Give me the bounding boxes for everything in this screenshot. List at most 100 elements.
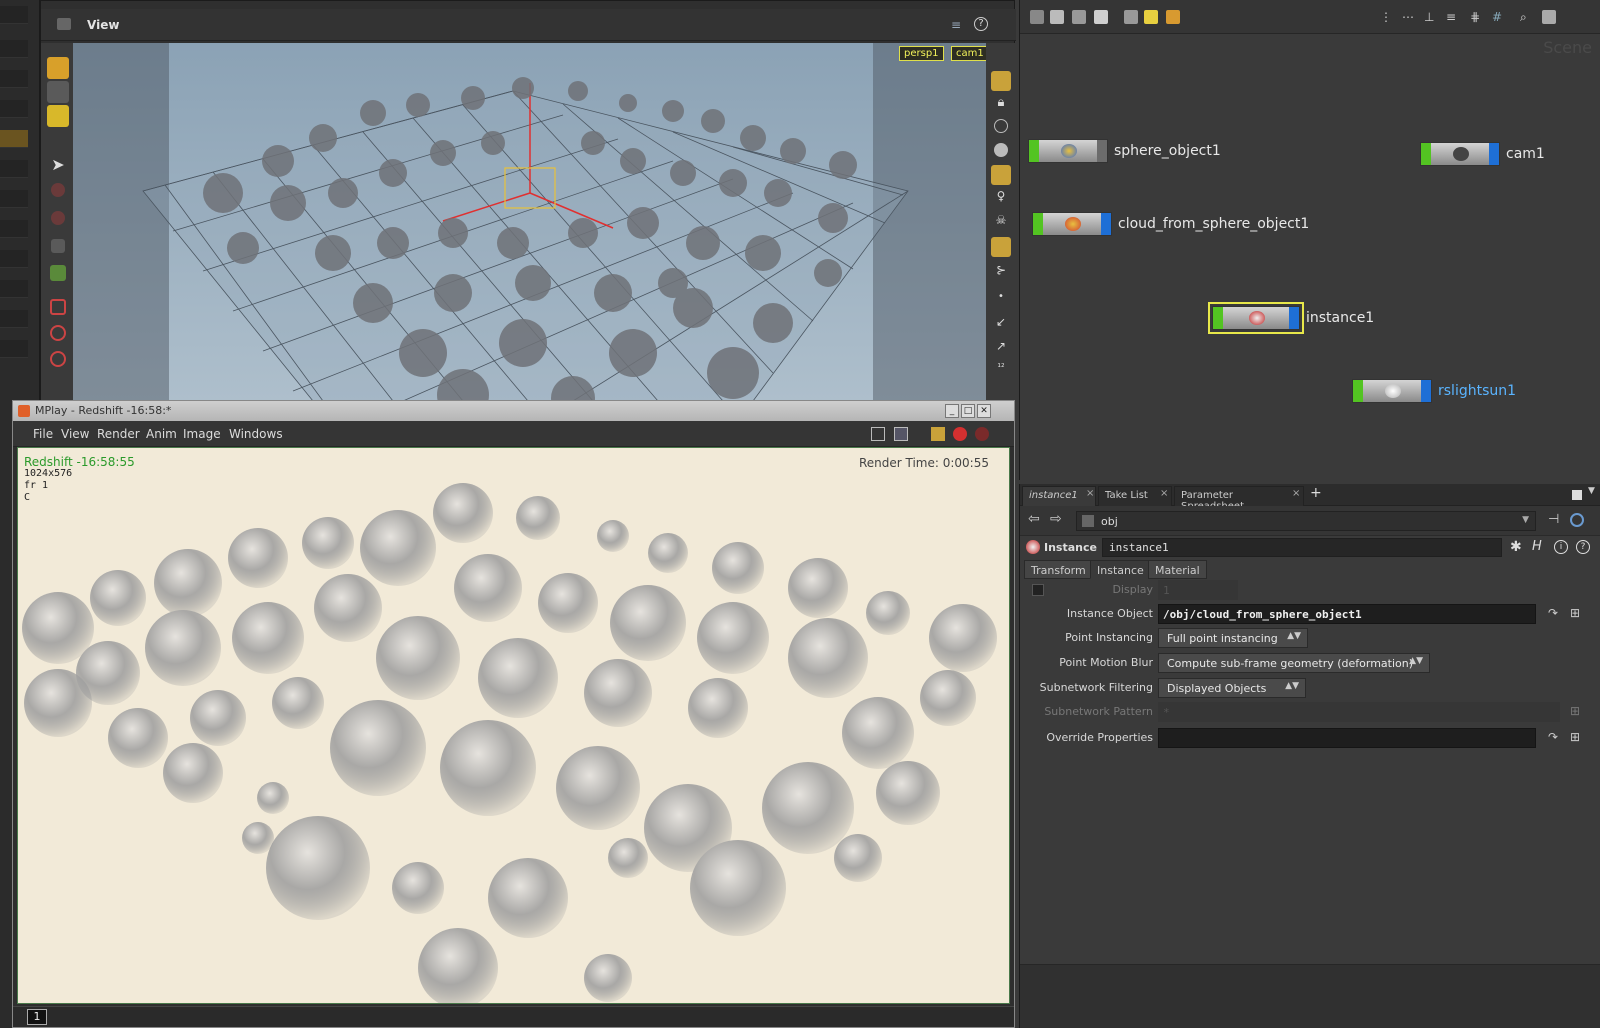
node-sphere-object1[interactable]: sphere_object1 [1028,137,1221,165]
view-camera-menu[interactable]: cam1 [951,46,986,61]
menu-view[interactable]: View [61,427,89,441]
gear-icon[interactable]: ✱ [1510,539,1522,555]
close-tab-icon[interactable]: × [1086,488,1094,499]
node-cloud-from-sphere-object1[interactable]: cloud_from_sphere_object1 [1032,210,1309,238]
network-box-icon[interactable] [1124,10,1138,24]
camera-menu[interactable]: persp1 [899,46,944,61]
menu-image[interactable]: Image [183,427,221,441]
back-arrow-icon[interactable]: ⇦ [1028,511,1040,527]
scale-tool-icon[interactable] [51,239,65,253]
display-mode-icon[interactable] [991,71,1011,91]
list-view-icon[interactable] [1050,10,1064,24]
layout-vertical-icon[interactable]: ⋮ [1380,10,1394,24]
pane-menu-icon[interactable] [57,18,71,30]
shelf-row[interactable] [0,160,28,178]
maximize-button[interactable]: □ [961,404,975,418]
menu-file[interactable]: File [33,427,53,441]
mplay-titlebar[interactable]: MPlay - Redshift -16:58:* _ □ ✕ [13,401,1014,421]
pane-menu-arrow-icon[interactable]: ▼ [1588,486,1595,496]
tab-transform[interactable]: Transform [1024,560,1093,579]
snapshot-icon[interactable] [991,237,1011,257]
search-icon[interactable]: ⌕ [1520,10,1534,24]
point-instancing-menu[interactable]: Full point instancing ▲▼ [1158,628,1308,648]
tab-instance1[interactable]: instance1 [1022,486,1096,506]
node-rslightsun1[interactable]: rslightsun1 [1352,377,1516,405]
shelf-row[interactable] [0,280,28,298]
frame-number[interactable]: 1 [27,1009,47,1025]
tree-view-icon[interactable] [1030,10,1044,24]
instance-object-field[interactable]: /obj/cloud_from_sphere_object1 [1158,604,1536,624]
render-image[interactable]: Redshift -16:58:55 1024x576 fr 1 C Rende… [17,447,1010,1004]
jump-to-operator-icon[interactable]: ↷ [1546,606,1560,620]
menu-anim[interactable]: Anim [146,427,177,441]
pose-tool-icon[interactable] [50,299,66,315]
help-icon[interactable]: ? [974,17,988,31]
ghost-icon[interactable] [994,119,1008,133]
pin-icon[interactable]: ⊣ [1548,512,1559,527]
snap-icon[interactable]: ⋕ [1470,10,1484,24]
operator-chooser-icon[interactable]: ⊞ [1568,730,1582,744]
add-tab-button[interactable]: + [1310,485,1322,501]
shading-icon[interactable] [994,143,1008,157]
fit-window-icon[interactable] [871,427,885,441]
display-checkbox[interactable] [1032,584,1044,596]
shelf-row[interactable] [0,250,28,268]
stop-render-icon[interactable] [953,427,967,441]
minimize-button[interactable]: _ [945,404,959,418]
menu-windows[interactable]: Windows [229,427,283,441]
info-icon[interactable]: i [1554,540,1568,554]
hip-help-icon[interactable]: H [1532,539,1542,554]
help-icon[interactable]: ? [1576,540,1590,554]
grid-view-icon[interactable] [1094,10,1108,24]
distribute-icon[interactable]: ≡ [1446,10,1460,24]
shelf-row[interactable] [0,220,28,238]
override-properties-field[interactable] [1158,728,1536,748]
forward-arrow-icon[interactable]: ⇨ [1050,511,1062,527]
shelf-row[interactable] [0,340,28,358]
display-options-icon[interactable]: ≡ [951,18,965,32]
shelf-row[interactable] [0,310,28,328]
layout-horizontal-icon[interactable]: ⋯ [1402,10,1416,24]
sticky-note-icon[interactable] [1144,10,1158,24]
rotate-tool-icon[interactable] [51,211,65,225]
close-tab-icon[interactable]: × [1160,488,1168,499]
tab-parameter-spreadsheet[interactable]: Parameter Spreadsheet [1174,486,1304,512]
normal-display-icon[interactable]: ↙ [991,315,1011,335]
jump-to-operator-icon[interactable]: ↷ [1546,730,1560,744]
camera-view-icon[interactable] [1542,10,1556,24]
align-icon[interactable]: ⊥ [1424,10,1438,24]
subnetwork-filtering-menu[interactable]: Displayed Objects ▲▼ [1158,678,1306,698]
arrow-select-icon[interactable]: ➤ [47,155,69,177]
close-tab-icon[interactable]: × [1292,488,1300,499]
asset-icon[interactable] [1166,10,1180,24]
shelf-row[interactable] [0,100,28,118]
number-display-icon[interactable]: ¹² [991,363,1011,383]
grid-icon[interactable]: # [1492,10,1506,24]
tab-material[interactable]: Material [1148,560,1207,579]
maximize-pane-icon[interactable] [1572,490,1582,500]
shelf-row-highlighted[interactable] [0,130,28,148]
lighting-icon[interactable] [991,165,1011,185]
menu-render[interactable]: Render [97,427,140,441]
close-window-button[interactable]: ✕ [977,404,991,418]
lock-icon[interactable]: 🔒︎ [991,95,1011,115]
node-cam1[interactable]: cam1 [1420,140,1545,168]
pattern-chooser-icon[interactable]: ⊞ [1568,704,1582,718]
viewport-3d[interactable]: persp1 cam1 [73,43,986,401]
node-instance1-selected[interactable]: instance1 [1208,302,1374,334]
geometry-mode-icon[interactable] [47,81,69,103]
vector-display-icon[interactable]: ↗ [991,339,1011,359]
link-icon[interactable] [1570,513,1584,527]
brush-tool-icon[interactable] [50,325,66,341]
network-editor-pane[interactable]: ⋮ ⋯ ⊥ ≡ ⋕ # ⌕ Scene sphere_object1 cam1 … [1019,0,1600,480]
wire-icon[interactable]: ⊱ [991,263,1011,283]
headlight-icon[interactable]: ♀ [991,189,1011,209]
display-field[interactable]: 1 [1158,580,1238,600]
shelf-row[interactable] [0,190,28,208]
shelf-row[interactable] [0,40,28,58]
network-path-field[interactable]: obj ▼ [1076,511,1536,531]
move-tool-icon[interactable] [51,183,65,197]
point-display-icon[interactable]: • [991,291,1011,311]
handle-tool-icon[interactable] [50,265,66,281]
tab-instance[interactable]: Instance [1090,560,1151,579]
